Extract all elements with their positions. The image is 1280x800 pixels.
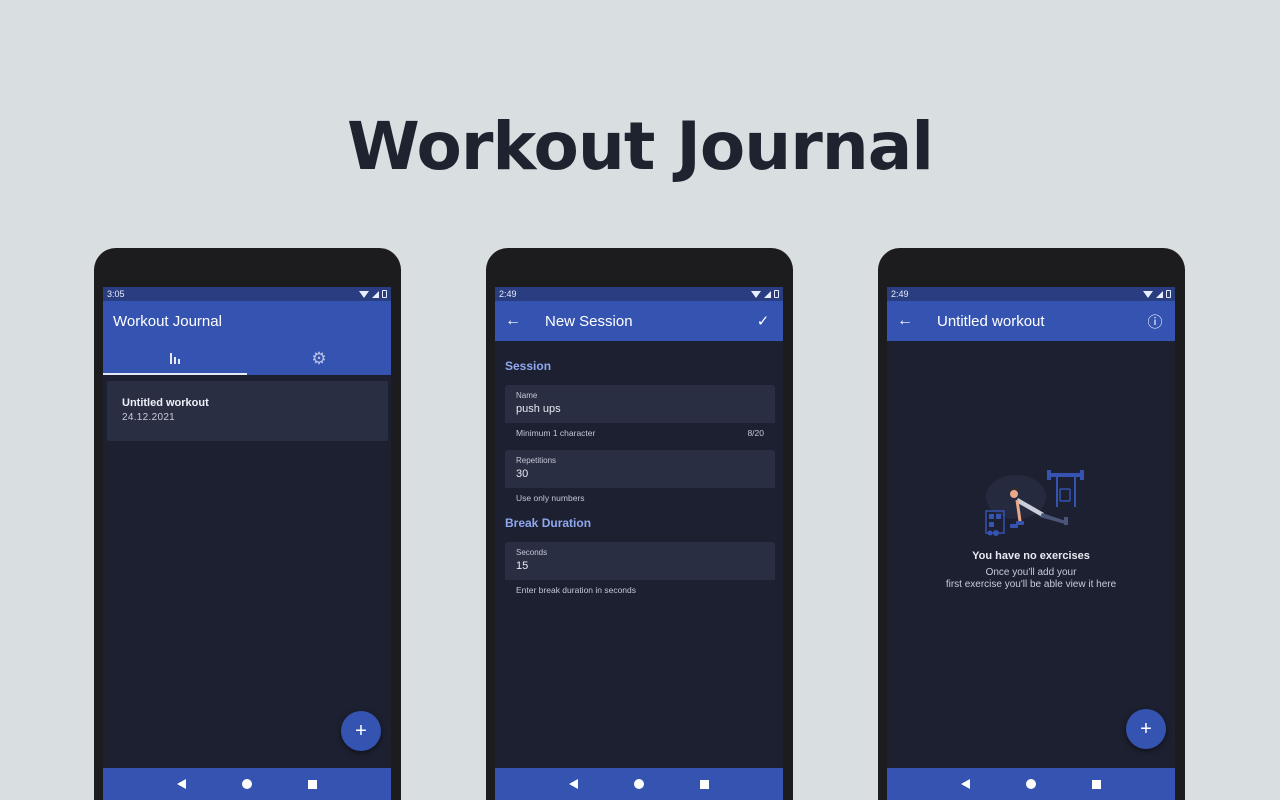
workout-title: Untitled workout <box>122 397 209 409</box>
screen-workout-list: 3:05 Workout Journal ⚙ Untitled workout … <box>103 287 391 800</box>
screen-title: Untitled workout <box>937 312 1045 330</box>
system-nav-bar <box>103 768 391 800</box>
app-bar: ← Untitled workout ⓘ <box>887 301 1175 341</box>
name-field[interactable]: Name push ups <box>505 385 775 423</box>
seconds-field-label: Seconds <box>516 548 548 557</box>
battery-icon <box>382 290 387 298</box>
signal-icon <box>372 290 379 298</box>
confirm-check-icon[interactable]: ✓ <box>753 312 773 330</box>
nav-recents-icon[interactable] <box>700 779 709 789</box>
signal-icon <box>764 290 771 298</box>
nav-recents-icon[interactable] <box>1092 779 1101 789</box>
add-workout-button[interactable]: + <box>341 711 381 751</box>
phone-frame-workout-list: 3:05 Workout Journal ⚙ Untitled workout … <box>94 248 401 800</box>
workout-date: 24.12.2021 <box>122 412 176 423</box>
page-headline: Workout Journal <box>347 108 934 185</box>
section-break-duration-header: Break Duration <box>505 516 592 530</box>
status-time: 3:05 <box>107 289 125 299</box>
nav-back-icon[interactable] <box>961 779 970 789</box>
repetitions-field-value[interactable]: 30 <box>516 468 764 480</box>
name-char-counter: 8/20 <box>747 428 764 438</box>
nav-recents-icon[interactable] <box>308 779 317 789</box>
seconds-field[interactable]: Seconds 15 <box>505 542 775 580</box>
info-icon[interactable]: ⓘ <box>1145 311 1165 332</box>
app-title: Workout Journal <box>113 312 222 330</box>
nav-home-icon[interactable] <box>1026 779 1036 789</box>
name-field-label: Name <box>516 391 538 400</box>
nav-home-icon[interactable] <box>242 779 252 789</box>
nav-home-icon[interactable] <box>634 779 644 789</box>
app-bar: Workout Journal <box>103 301 391 341</box>
repetitions-helper-text: Use only numbers <box>516 493 585 503</box>
signal-icon <box>1156 290 1163 298</box>
status-bar: 2:49 <box>887 287 1175 301</box>
plus-icon: + <box>355 719 367 742</box>
name-helper-text: Minimum 1 character <box>516 428 596 438</box>
tab-settings[interactable]: ⚙ <box>247 341 391 375</box>
screen-new-session: 2:49 ← New Session ✓ Session Name push u… <box>495 287 783 800</box>
workout-illustration <box>985 470 1084 536</box>
wifi-icon <box>751 290 761 298</box>
section-session-header: Session <box>505 359 552 373</box>
tab-statistics[interactable] <box>103 341 247 375</box>
screen-title: New Session <box>545 312 633 330</box>
add-exercise-button[interactable]: + <box>1126 709 1166 749</box>
status-bar: 3:05 <box>103 287 391 301</box>
system-nav-bar <box>495 768 783 800</box>
workout-card[interactable]: Untitled workout 24.12.2021 <box>107 381 388 441</box>
phone-frame-new-session: 2:49 ← New Session ✓ Session Name push u… <box>486 248 793 800</box>
back-arrow-icon[interactable]: ← <box>897 312 917 330</box>
status-time: 2:49 <box>891 289 909 299</box>
repetitions-field-label: Repetitions <box>516 456 557 465</box>
nav-back-icon[interactable] <box>569 779 578 789</box>
wifi-icon <box>359 290 369 298</box>
bar-chart-icon <box>170 352 180 364</box>
empty-state-title: You have no exercises <box>972 550 1090 562</box>
status-time: 2:49 <box>499 289 517 299</box>
status-bar: 2:49 <box>495 287 783 301</box>
plus-icon: + <box>1140 717 1152 740</box>
seconds-helper-text: Enter break duration in seconds <box>516 585 637 595</box>
phone-frame-workout-detail: 2:49 ← Untitled workout ⓘ You have no ex… <box>878 248 1185 800</box>
battery-icon <box>774 290 779 298</box>
empty-state-line-2: first exercise you'll be able view it he… <box>945 579 1117 590</box>
tab-bar: ⚙ <box>103 341 391 375</box>
repetitions-field[interactable]: Repetitions 30 <box>505 450 775 488</box>
gear-icon: ⚙ <box>311 348 327 368</box>
nav-back-icon[interactable] <box>177 779 186 789</box>
system-nav-bar <box>887 768 1175 800</box>
empty-state-line-1: Once you'll add your <box>985 567 1077 578</box>
name-field-value[interactable]: push ups <box>516 403 764 415</box>
back-arrow-icon[interactable]: ← <box>505 312 525 330</box>
seconds-field-value[interactable]: 15 <box>516 560 764 572</box>
empty-state: You have no exercises Once you'll add yo… <box>887 467 1175 591</box>
battery-icon <box>1166 290 1171 298</box>
app-bar: ← New Session ✓ <box>495 301 783 341</box>
screen-workout-detail: 2:49 ← Untitled workout ⓘ You have no ex… <box>887 287 1175 800</box>
wifi-icon <box>1143 290 1153 298</box>
